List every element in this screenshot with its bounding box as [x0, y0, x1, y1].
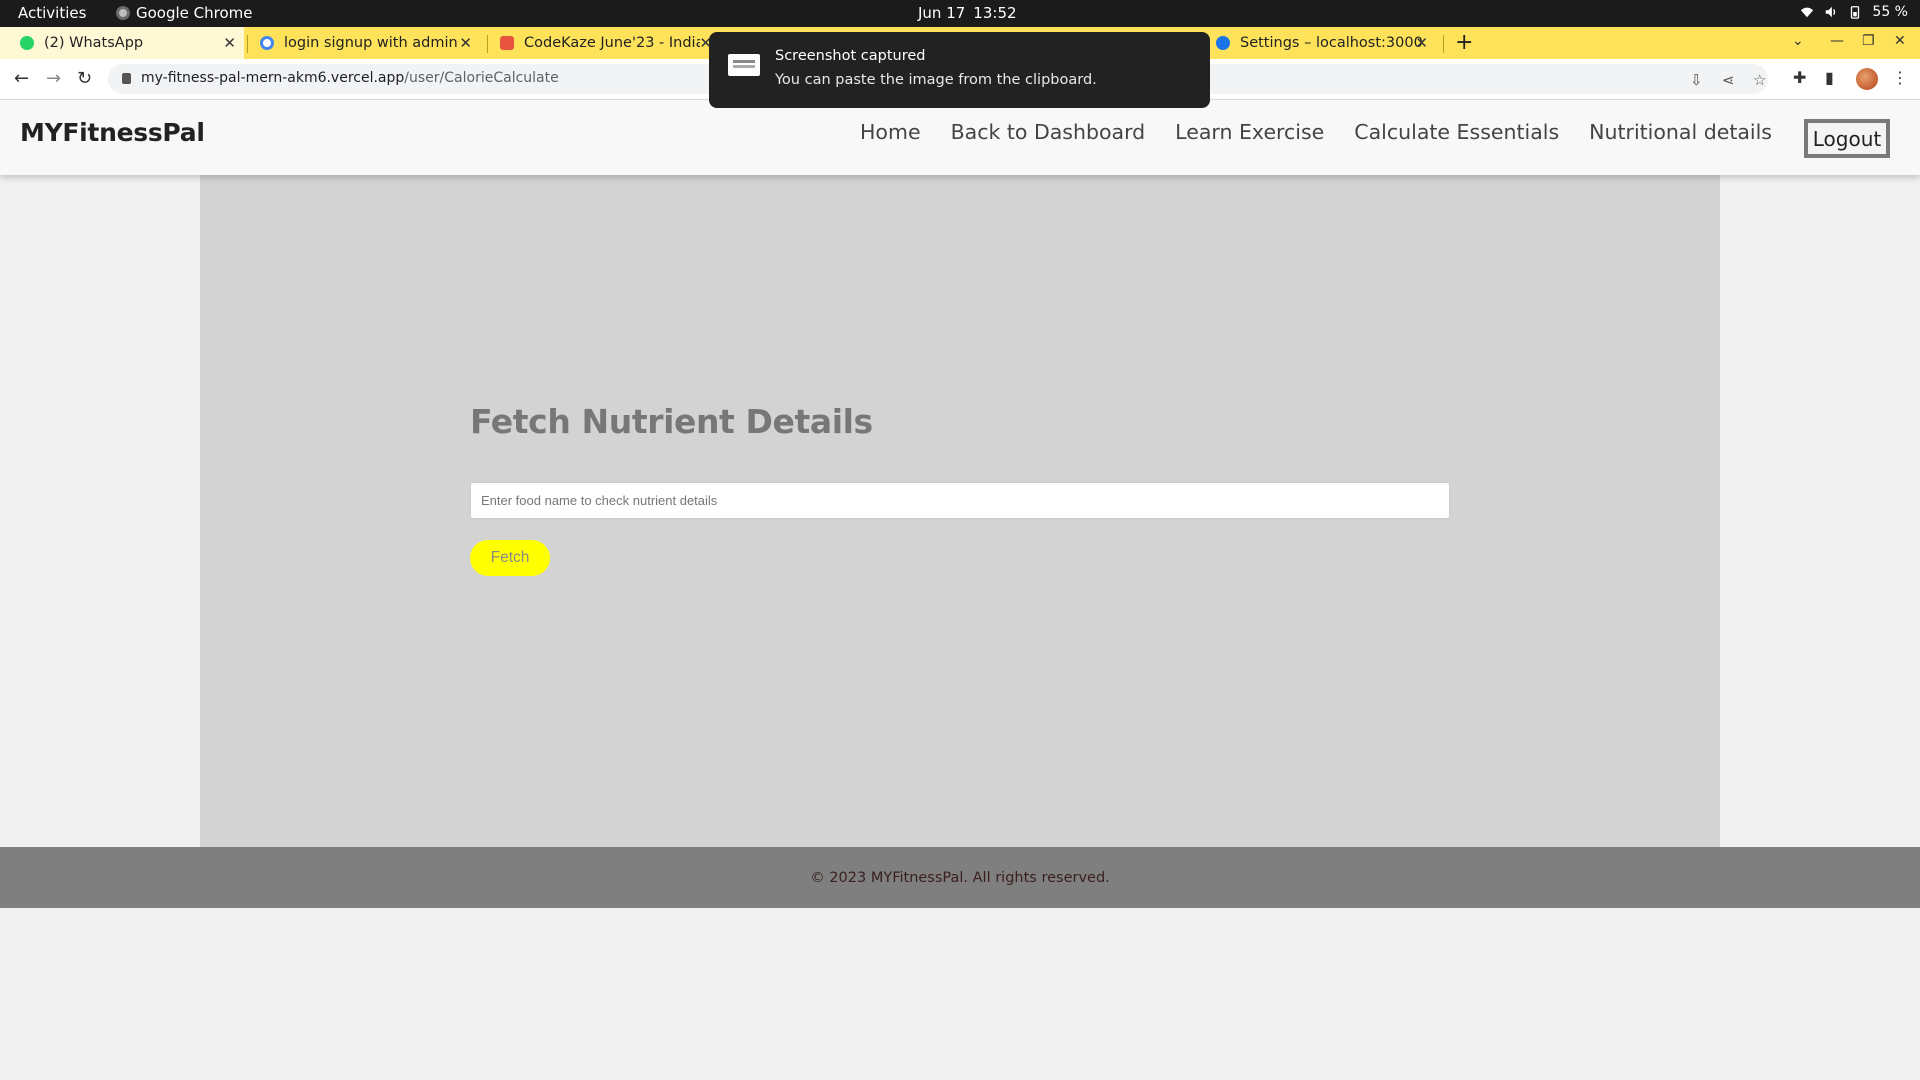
share-icon[interactable]: ⋖ [1722, 71, 1735, 89]
app-name: Google Chrome [136, 4, 253, 22]
url-text: my-fitness-pal-mern-akm6.vercel.app/user… [141, 70, 559, 86]
nav-links: Home Back to Dashboard Learn Exercise Ca… [860, 120, 1772, 144]
whatsapp-icon [20, 36, 34, 50]
install-app-icon[interactable]: ⇩ [1690, 71, 1703, 89]
clock-date: Jun 17 [918, 4, 966, 22]
notification-title: Screenshot captured [775, 48, 926, 64]
url-path: /user/CalorieCalculate [404, 70, 559, 86]
clock[interactable]: Jun 17 13:52 [918, 4, 1017, 22]
restore-icon[interactable]: ❐ [1862, 33, 1875, 49]
food-name-input[interactable] [470, 482, 1450, 519]
fetch-button[interactable]: Fetch [470, 540, 550, 576]
battery-icon [1851, 6, 1860, 19]
close-icon[interactable]: ✕ [459, 34, 472, 52]
close-window-icon[interactable]: ✕ [1894, 33, 1906, 49]
minimize-icon[interactable]: — [1830, 33, 1844, 49]
page-title: Fetch Nutrient Details [470, 402, 873, 441]
web-page: Fetch Nutrient Details Fetch MYFitnessPa… [0, 100, 1920, 1080]
notification-body: You can paste the image from the clipboa… [775, 72, 1097, 88]
tab-settings[interactable]: Settings – localhost:3000 ✕ [1196, 27, 1436, 59]
url-domain: my-fitness-pal-mern-akm6.vercel.app [141, 70, 405, 86]
nav-learn-exercise[interactable]: Learn Exercise [1175, 120, 1324, 144]
site-navbar: MYFitnessPal Home Back to Dashboard Lear… [0, 100, 1920, 175]
system-tray[interactable]: 55 % [1800, 4, 1908, 20]
activities-button[interactable]: Activities [18, 4, 86, 22]
close-icon[interactable]: ✕ [1415, 34, 1428, 52]
profile-avatar[interactable] [1856, 68, 1878, 90]
clock-time: 13:52 [973, 4, 1017, 22]
logout-button[interactable]: Logout [1804, 119, 1890, 158]
kebab-menu-icon[interactable]: ⋮ [1892, 68, 1908, 87]
codekaze-icon [500, 36, 514, 50]
tab-codekaze[interactable]: CodeKaze June'23 - India' ✕ [480, 27, 720, 59]
tab-title: CodeKaze June'23 - India' [524, 35, 700, 51]
app-menu[interactable]: Google Chrome [116, 4, 253, 22]
reload-icon[interactable]: ↻ [77, 68, 92, 89]
volume-icon [1826, 6, 1836, 18]
nav-home[interactable]: Home [860, 120, 921, 144]
screenshot-notification[interactable]: Screenshot captured You can paste the im… [709, 32, 1210, 108]
close-icon[interactable]: ✕ [223, 34, 236, 52]
side-panel-icon[interactable]: ▮ [1825, 68, 1834, 87]
bookmark-star-icon[interactable]: ☆ [1753, 71, 1766, 89]
nav-nutritional-details[interactable]: Nutritional details [1589, 120, 1772, 144]
tab-whatsapp[interactable]: (2) WhatsApp ✕ [0, 27, 244, 59]
tab-search-icon[interactable]: ⌄ [1792, 33, 1804, 49]
system-top-bar: Activities Google Chrome Jun 17 13:52 55… [0, 0, 1920, 27]
lock-icon [122, 73, 131, 84]
nav-calculate-essentials[interactable]: Calculate Essentials [1354, 120, 1559, 144]
google-icon [260, 36, 274, 50]
footer-copyright: © 2023 MYFitnessPal. All rights reserved… [810, 869, 1110, 886]
forward-arrow-icon[interactable]: → [46, 68, 61, 89]
brand-logo[interactable]: MYFitnessPal [20, 118, 205, 147]
footer: © 2023 MYFitnessPal. All rights reserved… [0, 847, 1920, 908]
extensions-puzzle-icon[interactable]: ✚ [1793, 68, 1806, 87]
tab-title: login signup with admin p [284, 35, 460, 51]
nav-back-to-dashboard[interactable]: Back to Dashboard [951, 120, 1146, 144]
tab-title: Settings – localhost:3000 [1240, 35, 1423, 51]
main-content: Fetch Nutrient Details Fetch [200, 100, 1720, 847]
gear-icon [1216, 36, 1230, 50]
wifi-icon [1801, 7, 1814, 18]
chrome-icon [116, 6, 130, 20]
screenshot-thumbnail-icon [728, 54, 760, 76]
back-arrow-icon[interactable]: ← [14, 68, 29, 89]
battery-level: 55 % [1872, 4, 1908, 20]
tab-login-signup[interactable]: login signup with admin p ✕ [240, 27, 480, 59]
tab-title: (2) WhatsApp [44, 35, 144, 51]
new-tab-button[interactable]: + [1455, 30, 1473, 55]
